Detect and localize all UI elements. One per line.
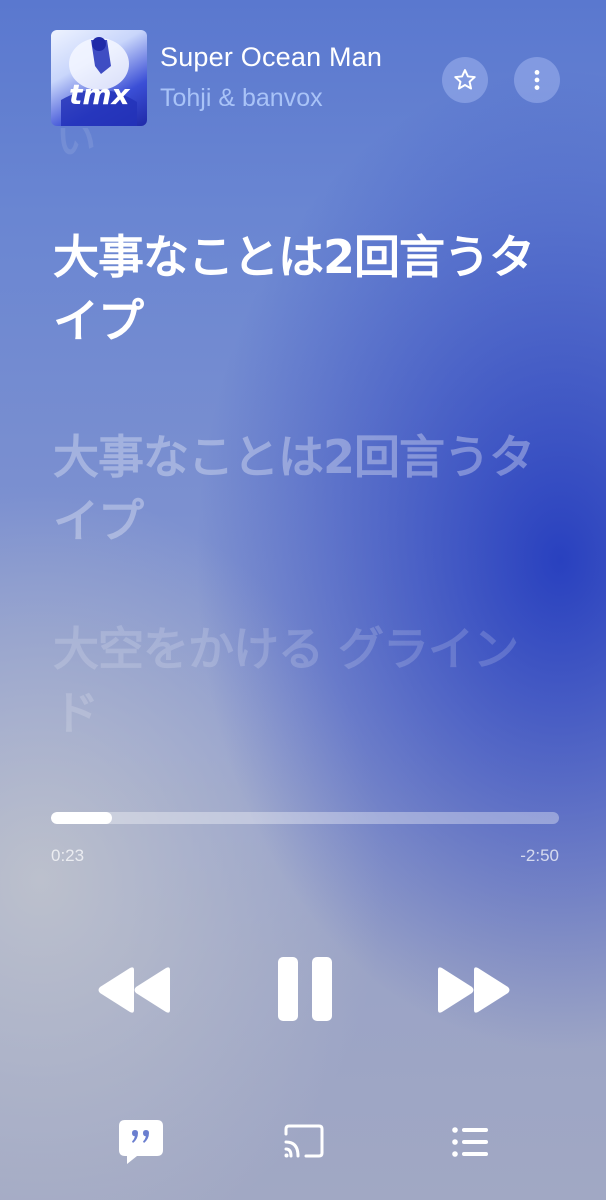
lyrics-quote-icon [119, 1120, 163, 1164]
queue-list-icon [452, 1127, 488, 1157]
track-title[interactable]: Super Ocean Man [160, 42, 382, 73]
pause-button[interactable] [276, 955, 334, 1023]
track-artist[interactable]: Tohji & banvox [160, 84, 323, 113]
album-art-image: tmx [61, 37, 137, 126]
cast-icon [284, 1124, 324, 1158]
star-icon [454, 69, 476, 90]
album-art[interactable]: tmx [51, 30, 147, 126]
fast-forward-button[interactable] [436, 962, 512, 1018]
favorite-button[interactable] [442, 57, 488, 103]
lyric-next-line[interactable]: 大事なことは2回言うタイプ [53, 425, 553, 553]
lyric-later-line[interactable]: 大空をかける グラインド [53, 617, 553, 745]
more-options-button[interactable] [514, 57, 560, 103]
rewind-icon [98, 967, 170, 1013]
now-playing-screen: tmx Super Ocean Man Tohji & banvox い 大事な… [0, 0, 606, 1200]
pause-icon [278, 957, 332, 1021]
queue-button[interactable] [450, 1123, 490, 1161]
lyric-current-line[interactable]: 大事なことは2回言うタイプ [53, 225, 553, 353]
elapsed-time: 0:23 [51, 846, 85, 865]
previous-lyric-fragment: い [56, 128, 96, 156]
cast-button[interactable] [282, 1122, 326, 1162]
remaining-time: -2:50 [520, 846, 559, 865]
album-art-logo: tmx [69, 78, 131, 111]
lyrics-button[interactable] [117, 1118, 165, 1166]
rewind-button[interactable] [96, 962, 172, 1018]
now-playing-header: tmx Super Ocean Man Tohji & banvox [0, 0, 606, 130]
progress-scrubber[interactable] [51, 812, 559, 824]
more-vertical-icon [534, 70, 540, 90]
fast-forward-icon [438, 967, 510, 1013]
progress-fill [51, 812, 112, 824]
